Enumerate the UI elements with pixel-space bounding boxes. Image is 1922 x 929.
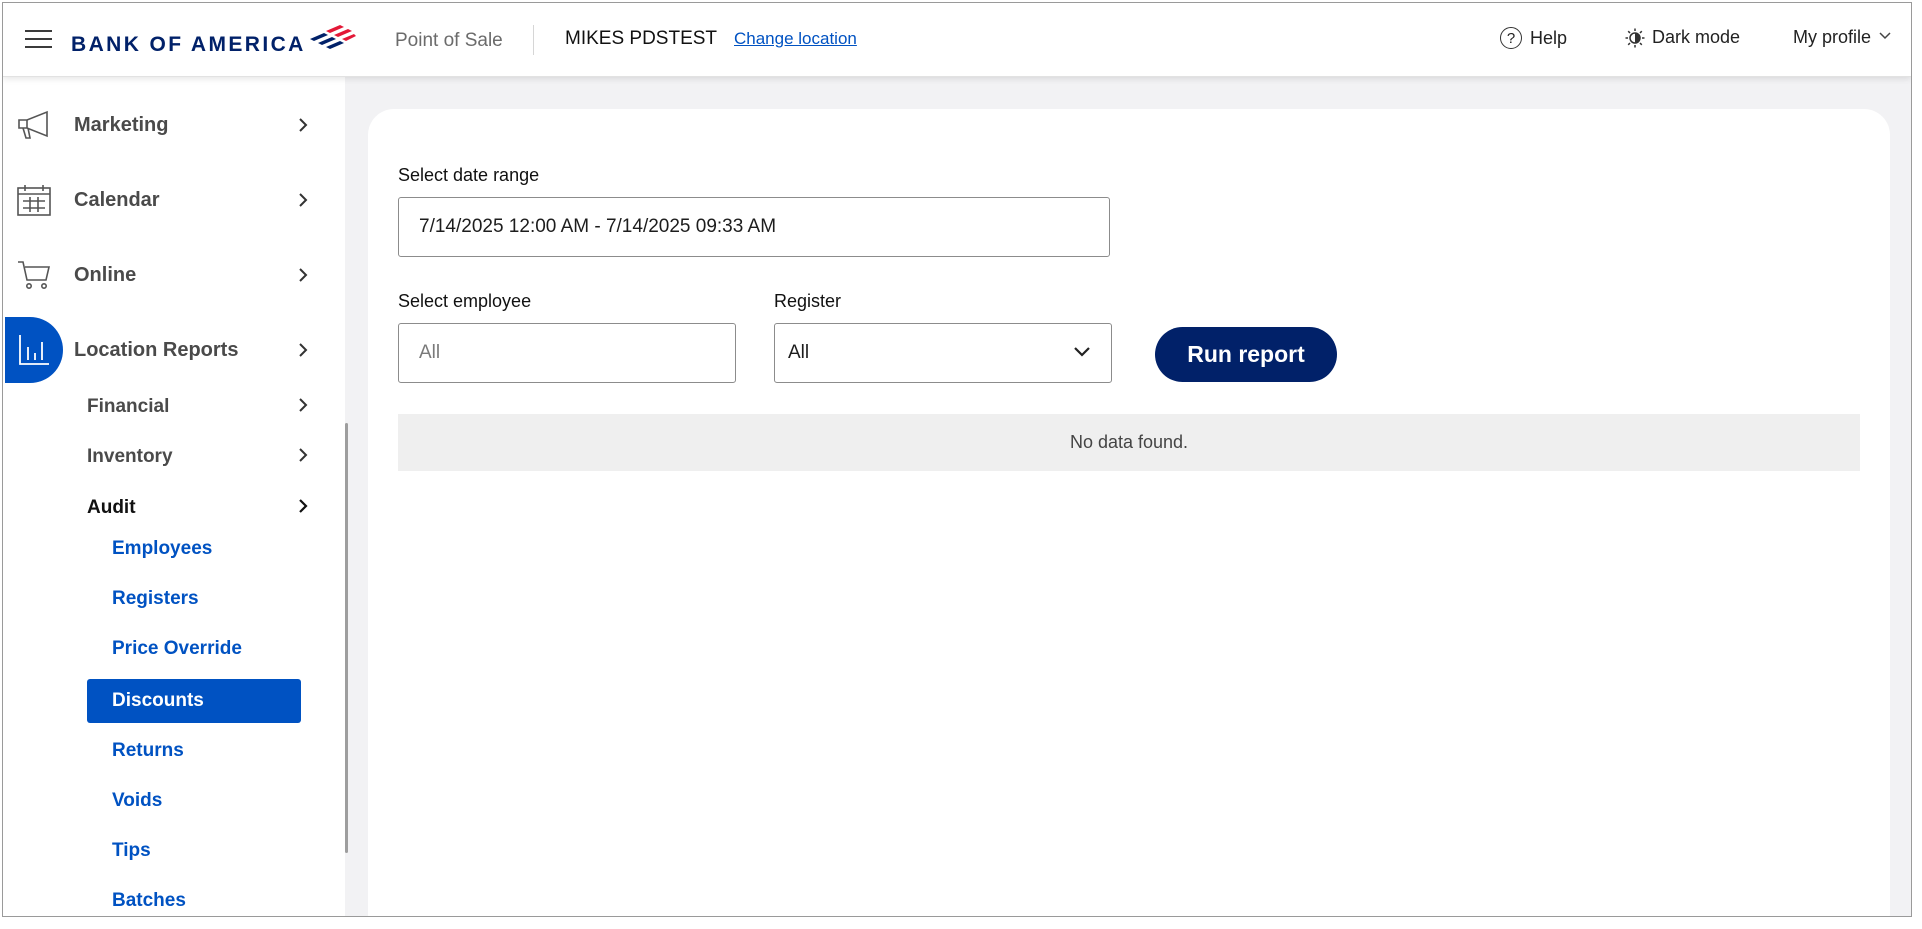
sidebar-scrollbar[interactable]: [345, 423, 348, 853]
sidebar-leaf-label: Voids: [112, 790, 163, 811]
employee-label: Select employee: [398, 291, 532, 311]
location-name: MIKES PDSTEST: [565, 28, 718, 49]
change-location-link[interactable]: Change location: [734, 29, 857, 49]
sidebar-leaf-label: Batches: [112, 890, 186, 911]
sidebar-item-label: Marketing: [74, 113, 169, 136]
chevron-right-icon: [299, 398, 308, 412]
empty-state-message: No data found.: [398, 414, 1860, 471]
sun-icon: [1625, 28, 1645, 47]
dark-mode-label: Dark mode: [1652, 27, 1741, 47]
sidebar-subitem-financial[interactable]: Financial: [87, 387, 317, 427]
hamburger-menu-icon[interactable]: [25, 30, 52, 50]
chevron-right-icon: [299, 193, 308, 207]
help-label: Help: [1530, 27, 1568, 48]
sidebar-leaf-tips[interactable]: Tips: [87, 829, 301, 873]
chevron-right-icon: [299, 343, 308, 357]
sidebar-subitem-label: Financial: [87, 396, 170, 417]
megaphone-icon: [18, 110, 48, 139]
profile-label: My profile: [1793, 27, 1872, 47]
sidebar-leaf-label: Registers: [112, 588, 199, 609]
sidebar-leaf-label: Price Override: [112, 638, 242, 659]
sidebar-item-label: Location Reports: [74, 338, 239, 361]
flag-logo-icon: [310, 25, 356, 49]
profile-menu[interactable]: My profile: [1793, 27, 1891, 48]
help-button[interactable]: ? Help: [1500, 27, 1567, 49]
sidebar-item-marketing[interactable]: Marketing: [3, 94, 323, 156]
register-selected-value: All: [788, 342, 810, 363]
sidebar-leaf-voids[interactable]: Voids: [87, 779, 301, 823]
top-header: BANK OF AMERICA Point of Sale MIKES PDST…: [3, 3, 1911, 77]
chevron-right-icon: [299, 499, 308, 513]
sidebar-subitem-audit[interactable]: Audit: [87, 488, 317, 528]
chevron-right-icon: [299, 448, 308, 462]
sidebar-subitem-label: Inventory: [87, 446, 173, 467]
sidebar-item-online[interactable]: Online: [3, 244, 323, 306]
report-card: Select date range 7/14/2025 12:00 AM - 7…: [368, 109, 1890, 916]
chevron-right-icon: [299, 268, 308, 282]
register-select[interactable]: All: [774, 323, 1112, 383]
dark-mode-toggle[interactable]: Dark mode: [1625, 27, 1740, 48]
date-range-input[interactable]: 7/14/2025 12:00 AM - 7/14/2025 09:33 AM: [398, 197, 1110, 257]
chevron-down-icon: [1074, 347, 1090, 357]
sidebar: Marketing Calendar Online Location Repor…: [3, 77, 345, 916]
app-window: BANK OF AMERICA Point of Sale MIKES PDST…: [2, 2, 1912, 917]
sidebar-leaf-employees[interactable]: Employees: [87, 527, 301, 571]
calendar-icon: [17, 185, 51, 216]
sidebar-leaf-registers[interactable]: Registers: [87, 577, 301, 621]
run-report-button[interactable]: Run report: [1155, 327, 1337, 382]
help-icon: ?: [1500, 27, 1522, 49]
sidebar-leaf-price-override[interactable]: Price Override: [87, 627, 301, 671]
sidebar-subitem-inventory[interactable]: Inventory: [87, 437, 317, 477]
header-divider: [533, 25, 534, 55]
sidebar-item-calendar[interactable]: Calendar: [3, 169, 323, 231]
date-range-label: Select date range: [398, 165, 540, 185]
employee-input[interactable]: [398, 323, 736, 383]
app-name: Point of Sale: [395, 30, 503, 51]
cart-icon: [18, 261, 51, 289]
sidebar-subitem-label: Audit: [87, 497, 136, 518]
chevron-right-icon: [299, 118, 308, 132]
sidebar-leaf-discounts[interactable]: Discounts: [87, 679, 301, 723]
sidebar-leaf-label: Discounts: [112, 690, 204, 711]
sidebar-leaf-returns[interactable]: Returns: [87, 729, 301, 773]
register-label: Register: [774, 291, 842, 311]
sidebar-leaf-label: Employees: [112, 538, 213, 559]
chevron-down-icon: [1879, 31, 1891, 39]
sidebar-item-label: Calendar: [74, 188, 160, 211]
sidebar-leaf-label: Tips: [112, 840, 151, 861]
sidebar-item-label: Online: [74, 263, 137, 286]
sidebar-leaf-label: Returns: [112, 740, 184, 761]
bank-logo-text: BANK OF AMERICA: [71, 33, 306, 56]
bar-chart-icon: [19, 335, 49, 365]
sidebar-item-location-reports[interactable]: Location Reports: [3, 317, 323, 383]
sidebar-leaf-batches[interactable]: Batches: [87, 879, 301, 916]
